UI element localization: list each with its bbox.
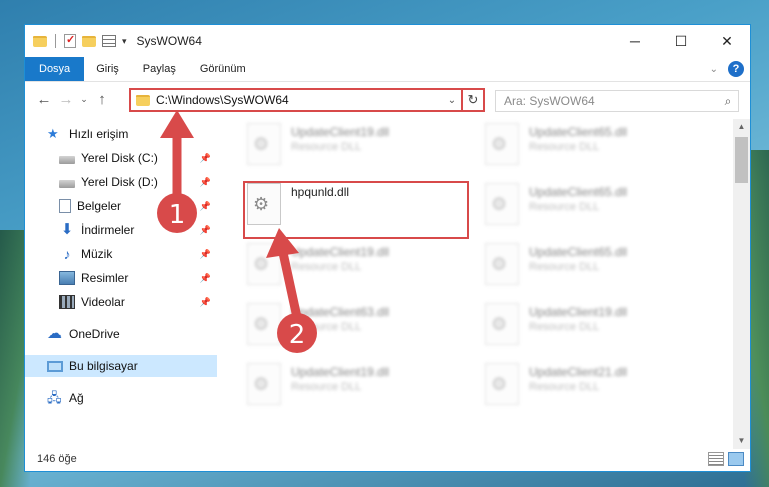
- annotation-badge-1: 1: [157, 193, 197, 233]
- annotation-arrow-2: [266, 228, 303, 323]
- annotation-step-1-label: 1: [169, 200, 186, 230]
- annotation-badge-2: 2: [277, 313, 317, 353]
- annotation-step-2-label: 2: [289, 320, 306, 350]
- annotation-arrow-1: [160, 110, 194, 205]
- annotation-overlay: 1 2: [157, 110, 317, 353]
